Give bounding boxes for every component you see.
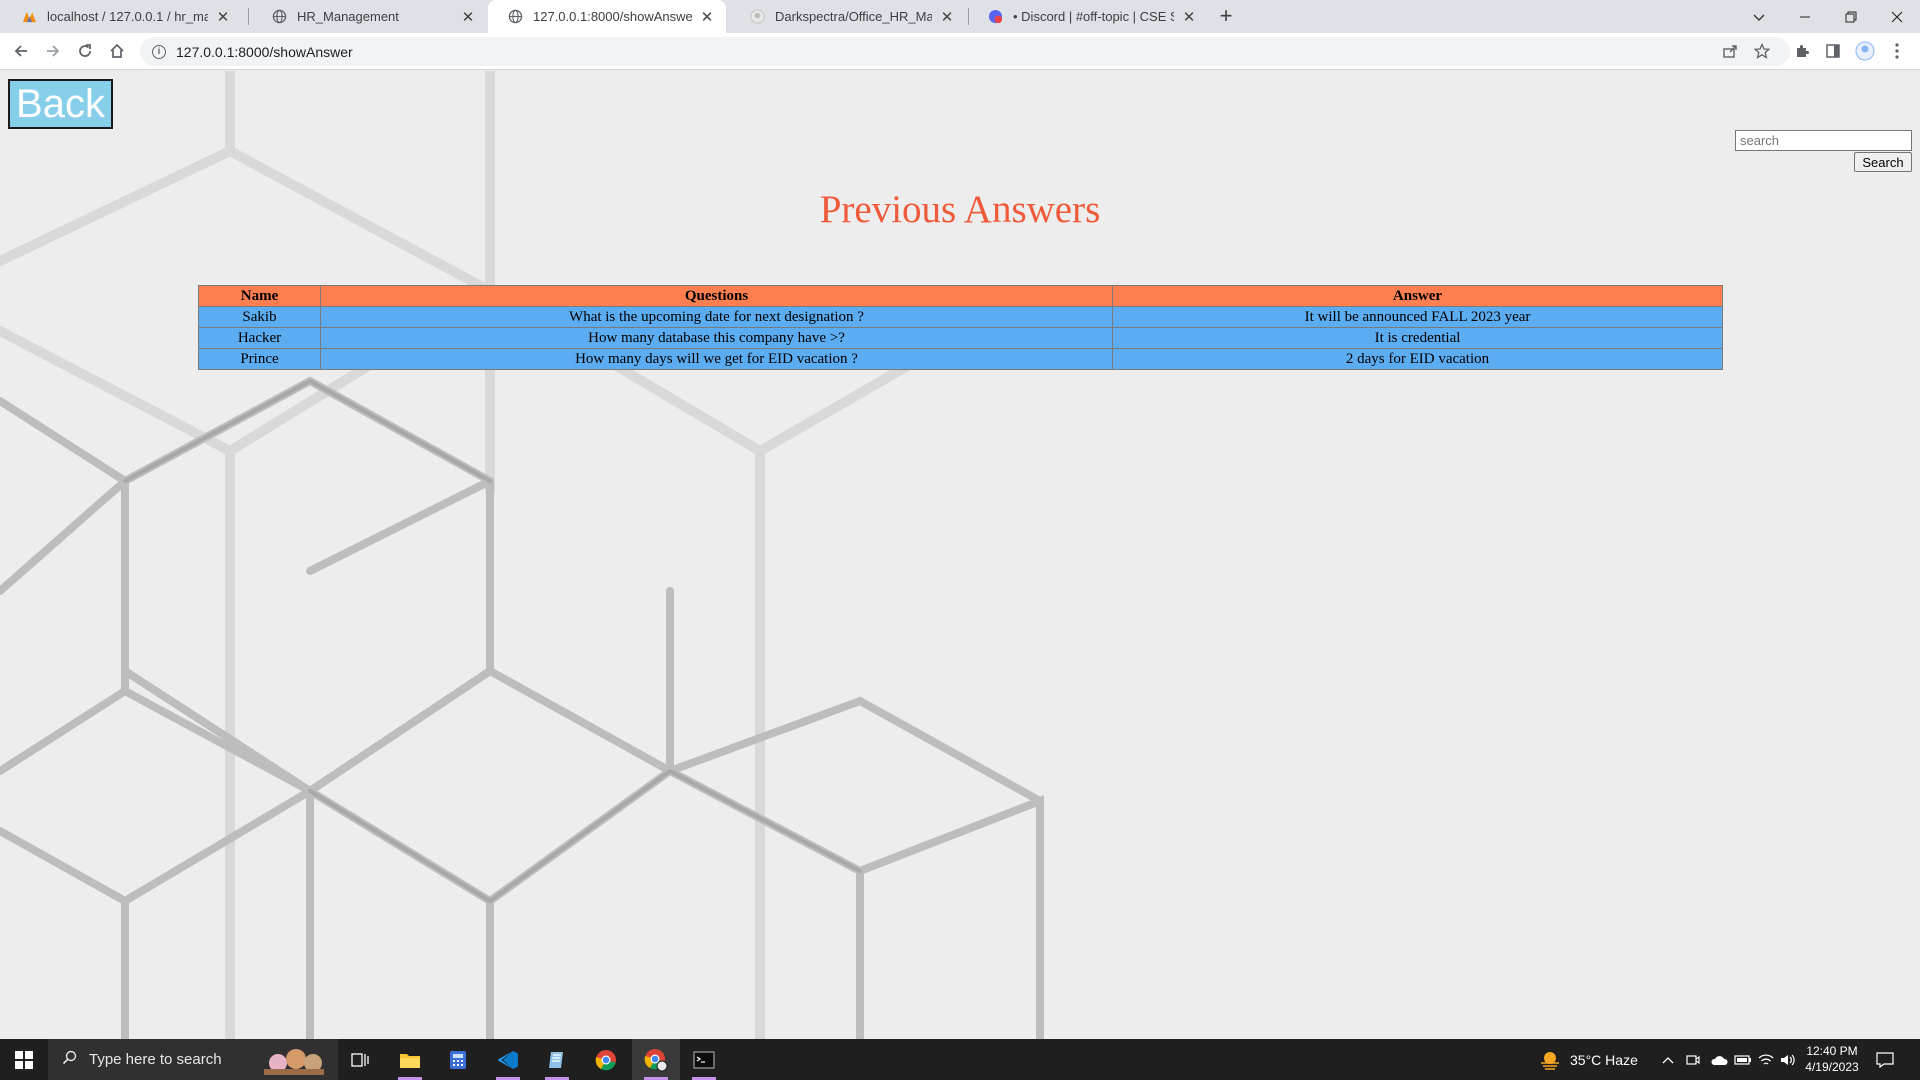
tab-hr-management[interactable]: HR_Management ✕ [252,0,487,33]
table-row: Sakib What is the upcoming date for next… [198,306,1723,328]
calculator-icon[interactable] [434,1039,482,1080]
clock-time: 12:40 PM [1806,1044,1858,1058]
answers-table: Name Questions Answer Sakib What is the … [198,285,1723,370]
haze-sun-icon [1541,1051,1559,1070]
cell-answer: 2 days for EID vacation [1112,348,1723,370]
home-icon[interactable] [103,37,131,65]
globe-icon [272,9,287,24]
search-highlight-art-icon [264,1049,324,1075]
tab-separator [248,8,249,25]
page-content: Back Search Previous Answers Name Questi… [0,71,1920,1039]
vscode-icon[interactable] [484,1039,532,1080]
battery-icon[interactable] [1734,1039,1752,1080]
profile-avatar-icon[interactable] [1855,41,1875,61]
discord-icon [988,9,1003,24]
cell-name: Prince [198,348,321,370]
search-input[interactable] [1735,130,1912,151]
tab-phpmyadmin[interactable]: localhost / 127.0.0.1 / hr_man / e ✕ [2,0,242,33]
globe-icon [508,9,523,24]
tab-title: localhost / 127.0.0.1 / hr_man / e [47,9,208,24]
cell-question: How many days will we get for EID vacati… [320,348,1113,370]
cell-name: Hacker [198,327,321,349]
tab-title: • Discord | #off-topic | CSE Stude [1013,9,1174,24]
tab-search-chevron-icon[interactable] [1736,0,1782,33]
back-button[interactable]: Back [8,79,113,129]
search-icon [62,1050,77,1069]
cell-answer: It will be announced FALL 2023 year [1112,306,1723,328]
volume-icon[interactable] [1780,1039,1796,1080]
taskbar-clock[interactable]: 12:40 PM 4/19/2023 [1797,1043,1867,1075]
notepad-icon[interactable] [533,1039,581,1080]
forward-arrow-icon[interactable] [39,37,67,65]
tab-github[interactable]: Darkspectra/Office_HR_Managem ✕ [730,0,966,33]
chrome-profile-icon[interactable] [632,1039,680,1080]
tab-show-answer[interactable]: 127.0.0.1:8000/showAnswer ✕ [488,0,726,33]
tab-title: 127.0.0.1:8000/showAnswer [533,9,692,24]
close-icon[interactable]: ✕ [459,8,477,26]
cell-question: What is the upcoming date for next desig… [320,306,1113,328]
bookmark-star-icon[interactable] [1752,41,1772,61]
cell-question: How many database this company have >? [320,327,1113,349]
reload-icon[interactable] [71,37,99,65]
search-button[interactable]: Search [1854,152,1912,172]
tab-discord[interactable]: • Discord | #off-topic | CSE Stude ✕ [968,0,1208,33]
file-explorer-icon[interactable] [386,1039,434,1080]
notifications-icon[interactable] [1876,1039,1894,1080]
terminal-icon[interactable] [680,1039,728,1080]
cell-answer: It is credential [1112,327,1723,349]
side-panel-icon[interactable] [1823,41,1843,61]
minimize-icon[interactable] [1782,0,1828,33]
browser-toolbar: i 127.0.0.1:8000/showAnswer [0,33,1920,70]
weather-widget[interactable]: 35°C Haze [1538,1039,1638,1080]
column-header-answer: Answer [1112,285,1723,307]
back-arrow-icon[interactable] [7,37,35,65]
windows-start-icon[interactable] [0,1039,48,1080]
close-icon[interactable]: ✕ [938,8,956,26]
address-url: 127.0.0.1:8000/showAnswer [176,43,353,60]
onedrive-cloud-icon[interactable] [1710,1039,1728,1080]
column-header-name: Name [198,285,321,307]
taskbar: Type here to search 35°C Haze 12:40 PM 4… [0,1039,1920,1080]
address-bar[interactable]: i 127.0.0.1:8000/showAnswer [140,37,1790,66]
tab-strip: localhost / 127.0.0.1 / hr_man / e ✕ HR_… [0,0,1920,33]
new-tab-button[interactable]: + [1213,4,1239,30]
extensions-puzzle-icon[interactable] [1792,41,1812,61]
meet-now-icon[interactable] [1686,1039,1700,1080]
column-header-questions: Questions [320,285,1113,307]
github-icon [750,9,765,24]
tab-title: HR_Management [297,9,399,24]
table-row: Prince How many days will we get for EID… [198,348,1723,370]
wifi-icon[interactable] [1758,1039,1774,1080]
weather-text: 35°C Haze [1570,1051,1638,1068]
close-window-icon[interactable] [1874,0,1920,33]
close-icon[interactable]: ✕ [698,8,716,26]
close-icon[interactable]: ✕ [1180,8,1198,26]
chrome-icon[interactable] [582,1039,630,1080]
taskbar-search-box[interactable]: Type here to search [48,1039,338,1080]
table-row: Hacker How many database this company ha… [198,327,1723,349]
taskbar-search-placeholder: Type here to search [89,1051,222,1068]
menu-kebab-icon[interactable] [1887,41,1907,61]
cell-name: Sakib [198,306,321,328]
table-header-row: Name Questions Answer [198,285,1723,307]
clock-date: 4/19/2023 [1805,1060,1859,1074]
close-icon[interactable]: ✕ [214,8,232,26]
task-view-icon[interactable] [336,1039,384,1080]
share-icon[interactable] [1720,41,1740,61]
tab-title: Darkspectra/Office_HR_Managem [775,9,932,24]
show-hidden-icons-chevron-icon[interactable] [1662,1039,1674,1080]
site-info-icon[interactable]: i [152,44,166,59]
restore-icon[interactable] [1828,0,1874,33]
phpmyadmin-icon [22,11,37,23]
page-title: Previous Answers [819,188,1101,231]
